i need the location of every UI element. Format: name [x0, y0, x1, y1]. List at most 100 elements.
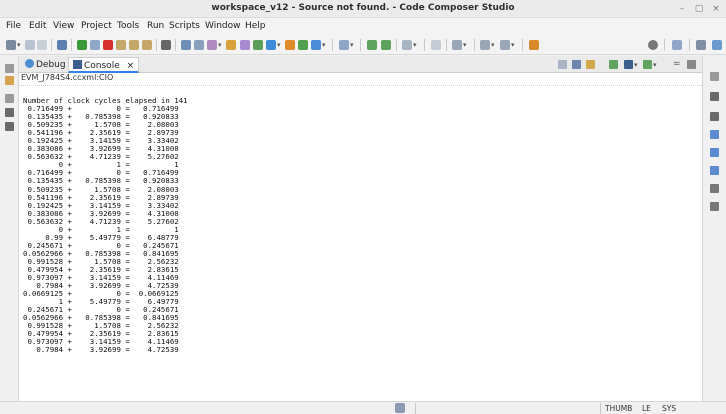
- toolbar-separator: [424, 39, 425, 51]
- toolbar-separator: [71, 39, 72, 51]
- menu-view[interactable]: View: [53, 21, 74, 31]
- chevron-down-icon[interactable]: ▾: [413, 40, 417, 50]
- chevron-down-icon[interactable]: ▾: [350, 40, 354, 50]
- annotation-icon[interactable]: [480, 40, 490, 50]
- display-console-icon[interactable]: [624, 60, 633, 69]
- toolbar-separator: [446, 39, 447, 51]
- tab-debug[interactable]: Debug: [21, 57, 70, 73]
- chevron-down-icon[interactable]: ▾: [511, 40, 515, 50]
- word-wrap-icon[interactable]: [586, 60, 595, 69]
- search-files-icon[interactable]: [452, 40, 462, 50]
- menu-scripts[interactable]: Scripts: [169, 21, 200, 31]
- resume-icon[interactable]: [77, 40, 87, 50]
- step-into-icon[interactable]: [116, 40, 126, 50]
- chevron-down-icon[interactable]: ▾: [634, 60, 638, 70]
- search-icon[interactable]: [648, 40, 658, 50]
- expressions-icon[interactable]: [710, 130, 719, 139]
- chevron-down-icon[interactable]: ▾: [277, 40, 281, 50]
- save-all-icon[interactable]: [37, 40, 47, 50]
- registers-view-icon[interactable]: [710, 148, 719, 157]
- status-le: LE: [642, 404, 651, 413]
- disassembly-icon[interactable]: [710, 184, 719, 193]
- registers-icon[interactable]: [5, 122, 14, 131]
- maximize-button[interactable]: ▢: [692, 2, 706, 16]
- chevron-down-icon[interactable]: ▾: [653, 60, 657, 70]
- debug-perspective-icon[interactable]: [696, 40, 706, 50]
- close-tab-icon[interactable]: ×: [127, 61, 135, 71]
- flash-icon[interactable]: [240, 40, 250, 50]
- maximize-view-icon[interactable]: [687, 60, 696, 69]
- console-icon: [73, 60, 82, 69]
- breakpoints-icon[interactable]: [710, 112, 719, 121]
- variables-icon[interactable]: [710, 92, 719, 101]
- toolbar-separator: [522, 39, 523, 51]
- outline-icon[interactable]: [5, 108, 14, 117]
- debug-view-icon[interactable]: [57, 40, 67, 50]
- target-icon[interactable]: [207, 40, 217, 50]
- chevron-down-icon[interactable]: ▾: [463, 40, 467, 50]
- ccs-perspective-icon[interactable]: [712, 40, 722, 50]
- external-tools-icon[interactable]: [285, 40, 295, 50]
- build-icon[interactable]: [226, 40, 236, 50]
- status-sys: SYS: [662, 404, 677, 413]
- restore-icon[interactable]: [5, 94, 14, 103]
- sync-icon[interactable]: [381, 40, 391, 50]
- load-program-icon[interactable]: [253, 40, 263, 50]
- toolbar-separator: [332, 39, 333, 51]
- pin-console-icon[interactable]: [609, 60, 618, 69]
- chevron-down-icon[interactable]: ▾: [491, 40, 495, 50]
- memory-view-icon[interactable]: [710, 166, 719, 175]
- menu-edit[interactable]: Edit: [29, 21, 46, 31]
- terminate-icon[interactable]: [103, 40, 113, 50]
- step-return-icon[interactable]: [142, 40, 152, 50]
- menu-file[interactable]: File: [6, 21, 21, 31]
- menu-window[interactable]: Window: [205, 21, 241, 31]
- memory-icon[interactable]: [161, 40, 171, 50]
- new-icon[interactable]: [6, 40, 16, 50]
- debug-run-icon[interactable]: [266, 40, 276, 50]
- step-icon[interactable]: [339, 40, 349, 50]
- chevron-down-icon[interactable]: ▾: [322, 40, 326, 50]
- main-toolbar: ▾ ▾ ▾ ▾ ▾ ▾ ▾ ▾ ▾: [0, 35, 726, 55]
- menu-run[interactable]: Run: [147, 21, 164, 31]
- bug-icon: [25, 59, 34, 68]
- restart-icon[interactable]: [181, 40, 191, 50]
- left-trim-bar: [0, 56, 19, 401]
- open-console-icon[interactable]: [643, 60, 652, 69]
- save-icon[interactable]: [25, 40, 35, 50]
- close-window-button[interactable]: ×: [709, 2, 723, 16]
- minimized-view-icon[interactable]: [5, 64, 14, 73]
- progress-icon[interactable]: [395, 403, 405, 413]
- run-icon[interactable]: [298, 40, 308, 50]
- scroll-lock-icon[interactable]: [572, 60, 581, 69]
- toolbar-separator: [396, 39, 397, 51]
- restore-icon[interactable]: [710, 72, 719, 81]
- perspective-switch-icon[interactable]: [672, 40, 682, 50]
- connect-icon[interactable]: [194, 40, 204, 50]
- menu-bar: File Edit View Project Tools Run Scripts…: [0, 18, 726, 35]
- project-explorer-icon[interactable]: [5, 76, 14, 85]
- console-output[interactable]: Number of clock cycles elapsed in 141 0.…: [19, 85, 702, 401]
- open-perspective-icon[interactable]: [529, 40, 539, 50]
- open-file-icon[interactable]: [431, 40, 441, 50]
- view-tab-bar: Debug Console × ▾ ▾ =: [19, 56, 702, 73]
- clear-console-icon[interactable]: [558, 60, 567, 69]
- tab-debug-label: Debug: [36, 60, 66, 70]
- title-bar: workspace_v12 - Source not found. - Code…: [0, 0, 726, 18]
- menu-help[interactable]: Help: [245, 21, 266, 31]
- debug-icon[interactable]: [311, 40, 321, 50]
- chevron-down-icon[interactable]: ▾: [17, 40, 21, 50]
- chevron-down-icon[interactable]: ▾: [218, 40, 222, 50]
- back-icon[interactable]: [500, 40, 510, 50]
- pin-icon[interactable]: [402, 40, 412, 50]
- menu-tools[interactable]: Tools: [117, 21, 139, 31]
- minimize-view-icon[interactable]: =: [673, 59, 681, 69]
- refresh-icon[interactable]: [367, 40, 377, 50]
- console-text: Number of clock cycles elapsed in 141 0.…: [23, 96, 188, 355]
- step-over-icon[interactable]: [129, 40, 139, 50]
- modules-icon[interactable]: [710, 202, 719, 211]
- minimize-button[interactable]: –: [675, 2, 689, 16]
- tab-console[interactable]: Console ×: [68, 57, 140, 73]
- menu-project[interactable]: Project: [81, 21, 112, 31]
- suspend-icon[interactable]: [90, 40, 100, 50]
